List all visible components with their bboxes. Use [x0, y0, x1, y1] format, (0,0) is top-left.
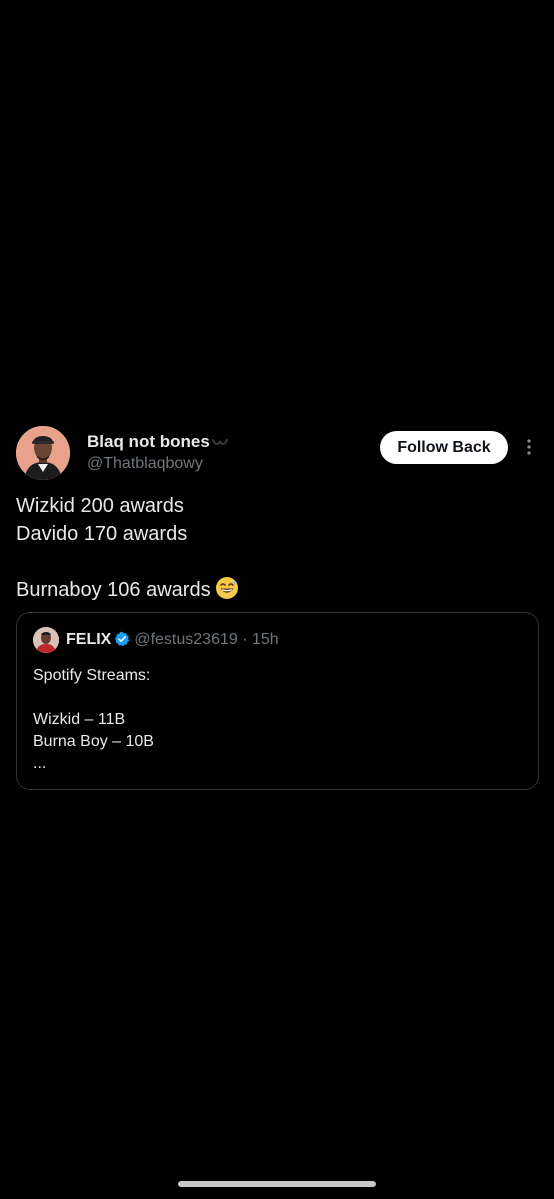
tweet-text-line: Davido 170 awards: [16, 523, 188, 545]
laugh-emoji-icon: [215, 576, 239, 608]
author-name-block: Blaq not bones @Thatblaqbowy: [87, 432, 229, 475]
quoted-tweet-card[interactable]: FELIX @festus23619 · 15h Spotify Streams…: [16, 612, 539, 790]
quoted-tweet-timestamp[interactable]: 15h: [252, 631, 279, 648]
home-indicator-bar[interactable]: [178, 1181, 376, 1187]
quoted-author-handle[interactable]: @festus23619: [134, 631, 237, 648]
tweet-text-line: Wizkid 200 awards: [16, 495, 184, 517]
verified-badge-icon: [114, 631, 130, 654]
avatar-photo-icon: [16, 426, 70, 480]
author-avatar[interactable]: [16, 426, 70, 480]
black-heart-icon: [211, 433, 229, 453]
tweet-text-line: Burnaboy 106 awards: [16, 579, 211, 601]
quoted-text-line-blank: [33, 687, 513, 709]
more-vertical-icon[interactable]: [523, 438, 535, 458]
tweet-text-line-blank: [16, 548, 536, 576]
quoted-header-separator: ·: [242, 631, 248, 648]
quoted-tweet-header: FELIX @festus23619 · 15h: [66, 629, 279, 654]
quoted-author-avatar[interactable]: [33, 627, 59, 653]
quoted-text-line: ...: [33, 755, 47, 772]
tweet-text: Wizkid 200 awards Davido 170 awards Burn…: [16, 492, 536, 604]
quoted-author-name[interactable]: FELIX: [66, 631, 111, 648]
quoted-text-line: Wizkid – 11B: [33, 711, 126, 728]
author-display-name[interactable]: Blaq not bones: [87, 432, 210, 451]
author-display-name-row[interactable]: Blaq not bones: [87, 432, 229, 453]
quoted-text-line: Burna Boy – 10B: [33, 733, 154, 750]
quoted-avatar-photo-icon: [33, 627, 59, 653]
author-handle[interactable]: @Thatblaqbowy: [87, 453, 229, 475]
quoted-tweet-text: Spotify Streams: Wizkid – 11B Burna Boy …: [33, 665, 513, 775]
follow-back-button[interactable]: Follow Back: [380, 431, 508, 464]
tweet-text-last-line: Burnaboy 106 awards: [16, 576, 536, 604]
quoted-text-line: Spotify Streams:: [33, 667, 151, 684]
